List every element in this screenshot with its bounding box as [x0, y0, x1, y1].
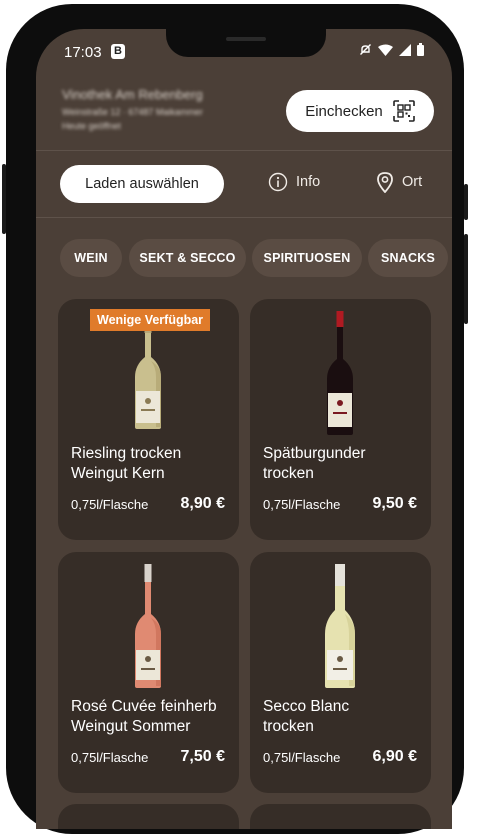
signal-icon: [399, 43, 411, 56]
product-price: 7,50 €: [180, 748, 225, 765]
location-label: Ort: [402, 174, 423, 190]
checkin-button[interactable]: Einchecken: [286, 90, 434, 132]
status-icons: [359, 43, 424, 56]
wifi-icon: [378, 44, 393, 56]
product-name: Riesling trocken Weingut Kern: [71, 445, 182, 482]
product-card[interactable]: Spätburgunder trocken 0,75l/Flasche 9,50…: [250, 299, 431, 540]
product-size: 0,75l/Flasche: [263, 750, 341, 765]
status-time: 17:03: [64, 44, 102, 61]
secco-bottle-image: [310, 564, 370, 690]
divider: [36, 150, 452, 151]
store-address: Weinstraße 12 · 67487 Maikammer: [62, 107, 203, 117]
product-card[interactable]: Rosé Cuvée feinherb Weingut Sommer 0,75l…: [58, 552, 239, 793]
tab-spirituosen[interactable]: SPIRITUOSEN: [252, 239, 362, 277]
product-card[interactable]: [250, 804, 431, 829]
low-stock-badge: Wenige Verfügbar: [90, 309, 211, 331]
info-link[interactable]: Info: [268, 172, 320, 192]
product-name: Secco Blanc trocken: [263, 698, 350, 735]
mute-icon: [360, 44, 371, 55]
location-pin-icon: [377, 172, 393, 193]
product-size: 0,75l/Flasche: [71, 750, 149, 765]
info-label: Info: [296, 174, 321, 190]
tab-wein[interactable]: WEIN: [60, 239, 122, 277]
product-card[interactable]: Secco Blanc trocken 0,75l/Flasche 6,90 €: [250, 552, 431, 793]
app-badge-icon: B: [111, 44, 125, 59]
white-wine-bottle-image: [118, 321, 178, 437]
select-store-button[interactable]: Laden auswählen: [60, 165, 224, 203]
product-card[interactable]: Wenige Verfügbar Riesling trocken Weingu…: [58, 299, 239, 540]
product-name: Spätburgunder trocken: [263, 445, 366, 482]
product-size: 0,75l/Flasche: [263, 497, 341, 512]
location-link[interactable]: Ort: [376, 171, 422, 193]
rose-wine-bottle-image: [118, 564, 178, 690]
red-wine-bottle-image: [310, 311, 370, 437]
product-price: 9,50 €: [372, 495, 417, 512]
status-bar: 17:03 B: [36, 29, 452, 75]
battery-icon: [417, 43, 424, 56]
qr-code-icon: [392, 100, 415, 122]
app-screen: 17:03 B Vinothek Am Rebenberg Weinstraße…: [36, 29, 452, 829]
store-info: Vinothek Am Rebenberg Weinstraße 12 · 67…: [62, 87, 262, 135]
tab-sekt-secco[interactable]: SEKT & SECCO: [129, 239, 246, 277]
product-price: 8,90 €: [180, 495, 225, 512]
info-icon: [268, 172, 288, 192]
store-hours: Heute geöffnet: [62, 121, 121, 131]
phone-frame: 17:03 B Vinothek Am Rebenberg Weinstraße…: [2, 4, 468, 834]
product-size: 0,75l/Flasche: [71, 497, 149, 512]
store-name: Vinothek Am Rebenberg: [62, 87, 203, 102]
product-price: 6,90 €: [372, 748, 417, 765]
product-name: Rosé Cuvée feinherb Weingut Sommer: [71, 698, 217, 735]
product-card[interactable]: [58, 804, 239, 829]
tab-snacks[interactable]: SNACKS: [368, 239, 448, 277]
divider: [36, 217, 452, 218]
checkin-label: Einchecken: [305, 102, 383, 120]
